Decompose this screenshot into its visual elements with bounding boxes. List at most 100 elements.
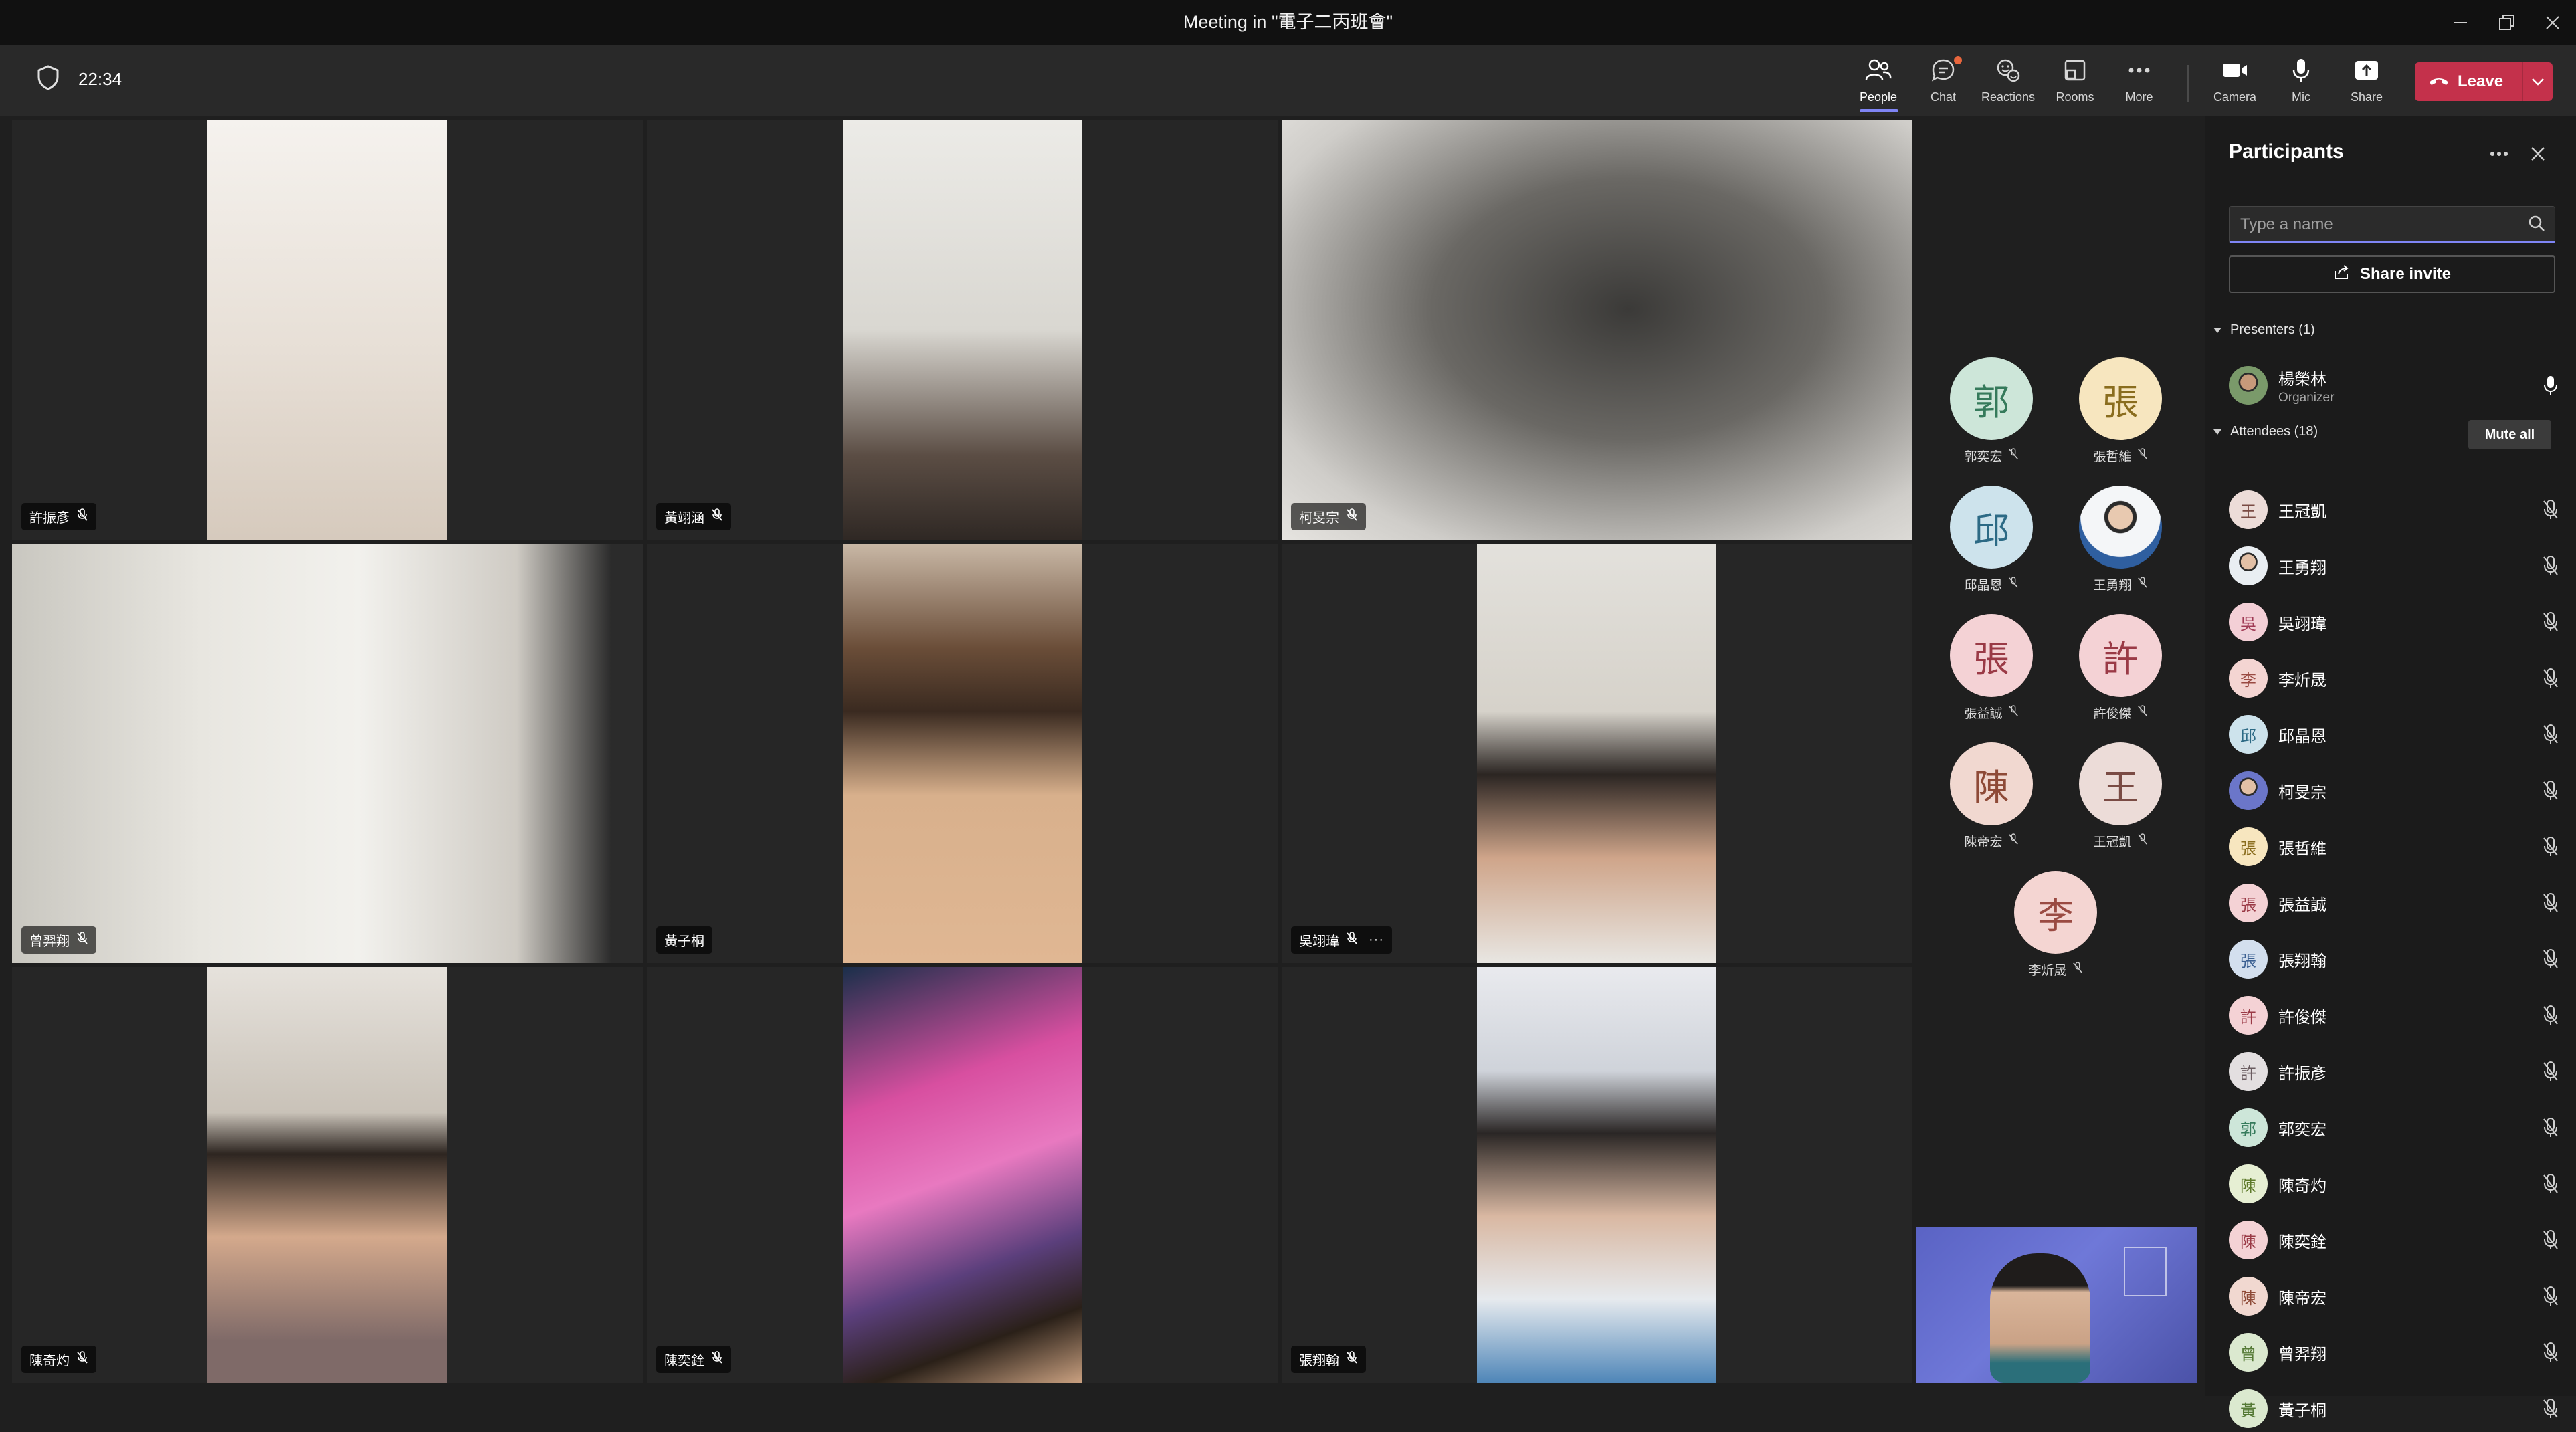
participant-row[interactable]: 黃黃子桐 [2229,1385,2563,1432]
participant-row[interactable]: 王勇翔 [2229,542,2563,589]
video-tile[interactable]: 黃子桐 [647,544,1278,963]
avatar-tile[interactable]: 許 許俊傑 [2054,614,2187,722]
participant-row[interactable]: 吳吳翊瑋 [2229,599,2563,645]
search-input[interactable] [2239,207,2509,243]
video-tile[interactable]: 黃翊涵 [647,120,1278,540]
video-tile[interactable]: 吳翊瑋 ··· [1282,544,1912,963]
avatar: 郭 [1950,357,2033,440]
mic-off-icon[interactable] [2543,781,2558,804]
participant-row[interactable]: 邱邱晶恩 [2229,711,2563,758]
leave-main[interactable]: Leave [2415,62,2522,101]
avatar-name-row: 張益誠 [1924,704,2058,722]
participant-name: 王冠凱 [2278,502,2326,521]
presenters-section-header[interactable]: Presenters (1) [2213,322,2315,338]
participant-row[interactable]: 李李炘晟 [2229,655,2563,702]
more-button[interactable]: More [2107,54,2171,110]
avatar-tile[interactable]: 郭 郭奕宏 [1924,357,2058,465]
avatar-tile[interactable]: 李 李炘晟 [1989,871,2122,979]
mic-button[interactable]: Mic [2269,54,2333,110]
video-tile[interactable]: 陳奕銓 [647,967,1278,1383]
mic-off-icon[interactable] [2543,1342,2558,1366]
participant-row[interactable]: 張張益誠 [2229,880,2563,926]
participant-row[interactable]: 曾曾羿翔 [2229,1329,2563,1376]
video-tile[interactable]: 張翔翰 [1282,967,1912,1383]
avatar: 吳 [2229,603,2268,641]
participant-row[interactable]: 郭郭奕宏 [2229,1104,2563,1151]
organizer-info: 楊榮林 Organizer [2278,366,2334,405]
chat-button[interactable]: Chat [1911,54,1975,110]
mic-off-icon[interactable] [2543,668,2558,692]
minimize-icon[interactable] [2440,0,2480,45]
mic-off-icon [711,508,723,526]
mic-off-icon[interactable] [2543,1230,2558,1253]
avatar-tile[interactable]: 邱 邱晶恩 [1924,486,2058,593]
mic-off-icon[interactable] [2543,1118,2558,1141]
participant-row[interactable]: 陳陳奇灼 [2229,1160,2563,1207]
close-panel-icon[interactable] [2524,140,2551,167]
participant-row[interactable]: 張張哲維 [2229,823,2563,870]
avatar-tile[interactable]: 張 張益誠 [1924,614,2058,722]
search-icon[interactable] [2528,215,2545,235]
shield-icon[interactable] [37,65,60,94]
avatar: 陳 [2229,1277,2268,1316]
avatar-tile[interactable]: 王勇翔 [2054,486,2187,593]
participant-row[interactable]: 許許振彥 [2229,1048,2563,1095]
video-tile[interactable]: 曾羿翔 [12,544,643,963]
people-button[interactable]: People [1846,54,1910,110]
active-tab-indicator [1860,109,1898,112]
participant-row[interactable]: 許許俊傑 [2229,992,2563,1039]
mic-off-icon[interactable] [2543,500,2558,523]
restore-icon[interactable] [2487,0,2527,45]
attendees-section-header[interactable]: Attendees (18) [2213,424,2318,439]
avatar-tile[interactable]: 張 張哲維 [2054,357,2187,465]
avatar-name-row: 許俊傑 [2054,704,2187,722]
video-tile[interactable]: 許振彥 [12,120,643,540]
participant-row-organizer[interactable]: 楊榮林 Organizer [2229,362,2563,409]
more-options-icon[interactable]: ··· [1369,932,1384,948]
participant-search[interactable] [2229,206,2555,243]
people-label: People [1859,90,1898,104]
window-title: Meeting in "電子二丙班會" [1183,12,1393,32]
avatar: 黃 [2229,1389,2268,1428]
leave-button[interactable]: Leave [2415,62,2553,101]
avatar-tile[interactable]: 陳 陳帝宏 [1924,742,2058,850]
mic-off-icon[interactable] [2543,724,2558,748]
participant-row[interactable]: 陳陳帝宏 [2229,1273,2563,1320]
mic-off-icon[interactable] [2543,612,2558,635]
avatar-name-row: 郭奕宏 [1924,447,2058,465]
rooms-button[interactable]: Rooms [2043,54,2107,110]
mic-off-icon[interactable] [2543,1174,2558,1197]
participant-row[interactable]: 王王冠凱 [2229,486,2563,533]
leave-options-chevron-icon[interactable] [2523,62,2553,101]
mic-off-icon [2137,576,2148,593]
mic-off-icon[interactable] [2543,893,2558,916]
close-window-icon[interactable] [2533,0,2573,45]
mute-all-button[interactable]: Mute all [2468,420,2551,449]
avatar-photo [2079,486,2162,569]
participant-row[interactable]: 張張翔翰 [2229,936,2563,983]
panel-more-icon[interactable] [2486,140,2512,167]
mic-off-icon[interactable] [2543,1061,2558,1085]
share-invite-button[interactable]: Share invite [2229,255,2555,293]
mic-off-icon[interactable] [2543,949,2558,973]
mic-off-icon[interactable] [2543,1399,2558,1422]
video-tile[interactable]: 陳奇灼 [12,967,643,1383]
participant-name: 曾羿翔 [2278,1344,2326,1364]
camera-button[interactable]: Camera [2203,54,2267,110]
mic-off-icon[interactable] [2543,837,2558,860]
video-tile[interactable]: 柯旻宗 [1282,120,1912,540]
mic-on-icon[interactable] [2543,375,2558,399]
share-button[interactable]: Share [2335,54,2399,110]
avatar-tile[interactable]: 王 王冠凱 [2054,742,2187,850]
mic-off-icon [2137,833,2148,849]
reactions-button[interactable]: Reactions [1976,54,2040,110]
avatar-name: 許俊傑 [2093,707,2132,721]
mic-off-icon[interactable] [2543,1005,2558,1029]
mic-off-icon [1346,1350,1358,1368]
mic-off-icon[interactable] [2543,1286,2558,1310]
self-view-video[interactable] [1916,1227,2197,1383]
participants-panel: Participants Share invite Presenters (1)… [2205,116,2576,1428]
participant-row[interactable]: 柯旻宗 [2229,767,2563,814]
mic-off-icon[interactable] [2543,556,2558,579]
participant-row[interactable]: 陳陳奕銓 [2229,1217,2563,1263]
